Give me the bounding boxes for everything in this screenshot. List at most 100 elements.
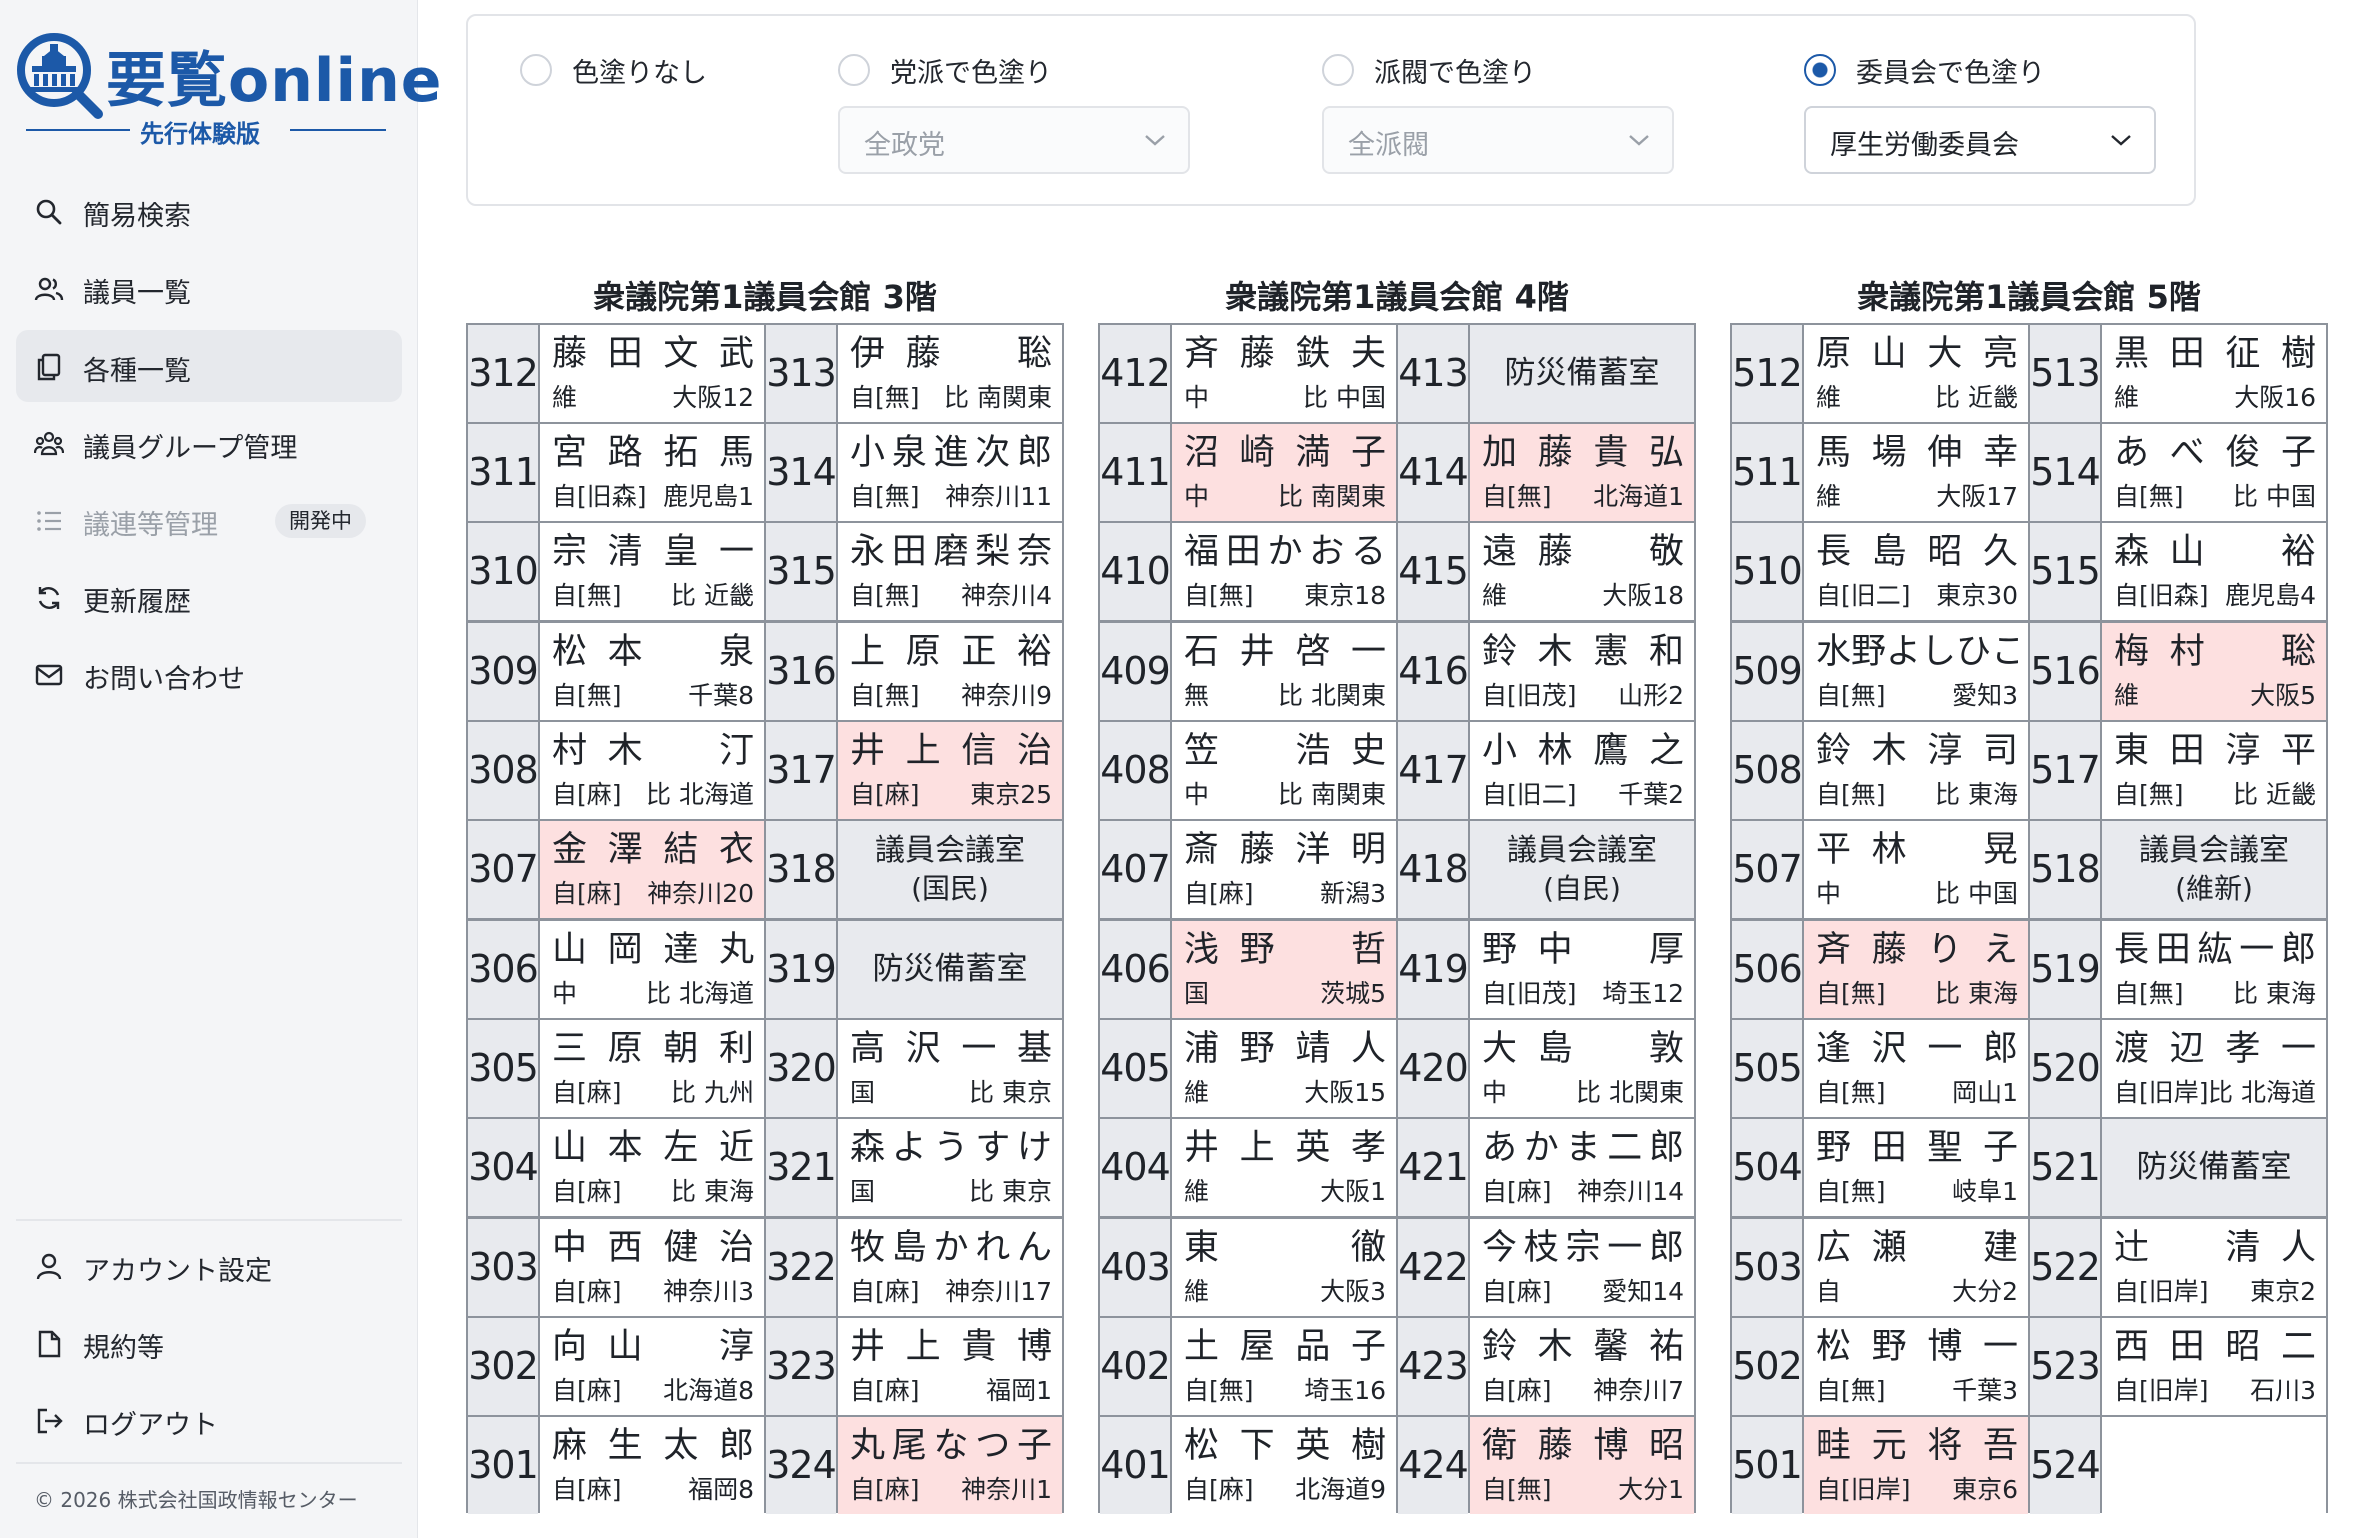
room-cell[interactable]: 513 黒田征樹維 大阪16	[2030, 325, 2326, 422]
sidebar-item-logout[interactable]: ログアウト	[16, 1384, 402, 1456]
room-cell[interactable]: 503 広瀬 建自 大分2	[1732, 1219, 2028, 1316]
room-cell[interactable]: 322 牧島かれん 自[麻] 神奈川17	[766, 1219, 1062, 1316]
room-cell[interactable]: 507 平林 晃中 比 中国	[1732, 821, 2028, 918]
room-cell[interactable]: 412 斉藤鉄夫中 比 中国	[1100, 325, 1396, 422]
app: 要覧online 先行体験版 簡易検索 議員一覧 各種一覧 議員グループ管理 議…	[0, 0, 2370, 1538]
room-cell[interactable]: 524	[2030, 1417, 2326, 1514]
room-cell[interactable]: 314 小泉進次郎 自[無] 神奈川11	[766, 424, 1062, 521]
room-cell[interactable]: 509 水野よしひこ 自[無] 愛知3	[1732, 623, 2028, 720]
room-cell[interactable]: 505 逢沢一郎 自[無] 岡山1	[1732, 1020, 2028, 1117]
room-cell[interactable]: 304 山本左近 自[麻] 比 東海	[468, 1119, 764, 1216]
radio-color-by-faction[interactable]: 派閥で色塗り	[1322, 50, 1536, 90]
sidebar-item-simple-search[interactable]: 簡易検索	[16, 175, 402, 247]
room-cell[interactable]: 414 加藤貴弘 自[無] 北海道1	[1398, 424, 1694, 521]
room-cell[interactable]: 501 畦元将吾 自[旧岸] 東京6	[1732, 1417, 2028, 1514]
member-district: 比 中国	[1303, 383, 1386, 412]
room-cell[interactable]: 420 大島 敦中 比 北関東	[1398, 1020, 1694, 1117]
room-cell[interactable]: 422 今枝宗一郎 自[麻] 愛知14	[1398, 1219, 1694, 1316]
radio-circle[interactable]	[520, 54, 552, 86]
sidebar-item-contact[interactable]: お問い合わせ	[16, 638, 402, 710]
room-cell[interactable]: 515 森山 裕自[旧森] 鹿児島4	[2030, 523, 2326, 620]
member-info: 高沢一基国 比 東京	[838, 1020, 1062, 1117]
room-cell[interactable]: 402 土屋品子 自[無] 埼玉16	[1100, 1318, 1396, 1415]
room-cell[interactable]: 408 笠 浩史中 比 南関東	[1100, 722, 1396, 819]
room-cell[interactable]: 308 村木 汀自[麻] 比 北海道	[468, 722, 764, 819]
room-cell[interactable]: 512 原山大亮維 比 近畿	[1732, 325, 2028, 422]
room-cell[interactable]: 411 沼崎満子中 比 南関東	[1100, 424, 1396, 521]
room-cell[interactable]: 303 中西健治 自[麻] 神奈川3	[468, 1219, 764, 1316]
room-cell[interactable]: 413 防災備蓄室	[1398, 325, 1694, 422]
room-cell[interactable]: 424 衛藤博昭 自[無] 大分1	[1398, 1417, 1694, 1514]
radio-circle-selected[interactable]	[1804, 54, 1836, 86]
member-name: 西田昭二	[2114, 1327, 2316, 1367]
room-cell[interactable]: 320 高沢一基国 比 東京	[766, 1020, 1062, 1117]
room-cell[interactable]: 403 東 徹維 大阪3	[1100, 1219, 1396, 1316]
faction-select[interactable]: 全派閥	[1322, 106, 1674, 174]
room-cell[interactable]: 315 永田磨梨奈 自[無] 神奈川4	[766, 523, 1062, 620]
member-info: 牧島かれん 自[麻] 神奈川17	[838, 1219, 1062, 1316]
room-cell[interactable]: 317 井上信治 自[麻] 東京25	[766, 722, 1062, 819]
room-cell[interactable]: 421 あかま二郎 自[麻] 神奈川14	[1398, 1119, 1694, 1216]
room-cell[interactable]: 309 松本 泉自[無] 千葉8	[468, 623, 764, 720]
room-cell[interactable]: 306 山岡達丸中 比 北海道	[468, 921, 764, 1018]
room-cell[interactable]: 318 議員会議室 (国民)	[766, 821, 1062, 918]
room-cell[interactable]: 511 馬場伸幸維 大阪17	[1732, 424, 2028, 521]
room-cell[interactable]: 523 西田昭二 自[旧岸] 石川3	[2030, 1318, 2326, 1415]
radio-color-by-committee[interactable]: 委員会で色塗り	[1804, 50, 2045, 90]
radio-color-by-party[interactable]: 党派で色塗り	[838, 50, 1052, 90]
room-cell[interactable]: 312 藤田文武維 大阪12	[468, 325, 764, 422]
radio-circle[interactable]	[1322, 54, 1354, 86]
room-cell[interactable]: 510 長島昭久 自[旧二] 東京30	[1732, 523, 2028, 620]
room-cell[interactable]: 514 あべ俊子 自[無] 比 中国	[2030, 424, 2326, 521]
sidebar-item-label: お問い合わせ	[83, 664, 245, 695]
room-cell[interactable]: 316 上原正裕 自[無] 神奈川9	[766, 623, 1062, 720]
sidebar-item-group-management[interactable]: 議員グループ管理	[16, 407, 402, 479]
room-cell[interactable]: 307 金澤結衣 自[麻] 神奈川20	[468, 821, 764, 918]
party-select[interactable]: 全政党	[838, 106, 1190, 174]
room-cell[interactable]: 410 福田かおる 自[無] 東京18	[1100, 523, 1396, 620]
room-cell[interactable]: 520 渡辺孝一 自[旧岸] 比 北海道	[2030, 1020, 2326, 1117]
room-cell[interactable]: 504 野田聖子 自[無] 岐阜1	[1732, 1119, 2028, 1216]
room-cell[interactable]: 305 三原朝利 自[麻] 比 九州	[468, 1020, 764, 1117]
room-cell[interactable]: 516 梅村 聡維 大阪5	[2030, 623, 2326, 720]
room-cell[interactable]: 521 防災備蓄室	[2030, 1119, 2326, 1216]
room-cell[interactable]: 323 井上貴博 自[麻] 福岡1	[766, 1318, 1062, 1415]
room-cell[interactable]: 502 松野博一 自[無] 千葉3	[1732, 1318, 2028, 1415]
room-cell[interactable]: 407 斎藤洋明 自[麻] 新潟3	[1100, 821, 1396, 918]
logo[interactable]: 要覧online 先行体験版	[14, 30, 441, 148]
sidebar-item-member-list[interactable]: 議員一覧	[16, 252, 402, 324]
room-cell[interactable]: 519 長田紘一郎 自[無] 比 東海	[2030, 921, 2326, 1018]
room-cell[interactable]: 417 小林鷹之 自[旧二] 千葉2	[1398, 722, 1694, 819]
sidebar-item-terms[interactable]: 規約等	[16, 1307, 402, 1379]
room-cell[interactable]: 313 伊藤 聡自[無] 比 南関東	[766, 325, 1062, 422]
faction-select-value: 全派閥	[1348, 130, 1429, 161]
room-cell[interactable]: 321 森ようすけ国 比 東京	[766, 1119, 1062, 1216]
room-cell[interactable]: 508 鈴木淳司 自[無] 比 東海	[1732, 722, 2028, 819]
radio-circle[interactable]	[838, 54, 870, 86]
radio-no-color[interactable]: 色塗りなし	[520, 50, 707, 90]
room-cell[interactable]: 405 浦野靖人維 大阪15	[1100, 1020, 1396, 1117]
sidebar-item-various-lists[interactable]: 各種一覧	[16, 330, 402, 402]
sidebar-item-account-settings[interactable]: アカウント設定	[16, 1230, 402, 1302]
sidebar-item-update-history[interactable]: 更新履歴	[16, 561, 402, 633]
room-cell[interactable]: 419 野中 厚自[旧茂] 埼玉12	[1398, 921, 1694, 1018]
room-cell[interactable]: 301 麻生太郎 自[麻] 福岡8	[468, 1417, 764, 1514]
room-cell[interactable]: 416 鈴木憲和 自[旧茂] 山形2	[1398, 623, 1694, 720]
room-cell[interactable]: 415 遠藤 敬維 大阪18	[1398, 523, 1694, 620]
room-cell[interactable]: 522 辻 清人 自[旧岸] 東京2	[2030, 1219, 2326, 1316]
room-cell[interactable]: 506 斉藤りえ 自[無] 比 東海	[1732, 921, 2028, 1018]
room-cell[interactable]: 324 丸尾なつ子 自[麻] 神奈川1	[766, 1417, 1062, 1514]
room-cell[interactable]: 401 松下英樹 自[麻] 北海道9	[1100, 1417, 1396, 1514]
room-cell[interactable]: 409 石井啓一無 比 北関東	[1100, 623, 1396, 720]
room-cell[interactable]: 517 東田淳平 自[無] 比 近畿	[2030, 722, 2326, 819]
room-cell[interactable]: 311 宮路拓馬 自[旧森] 鹿児島1	[468, 424, 764, 521]
room-cell[interactable]: 406 浅野 哲国 茨城5	[1100, 921, 1396, 1018]
room-cell[interactable]: 302 向山 淳自[麻] 北海道8	[468, 1318, 764, 1415]
room-cell[interactable]: 404 井上英孝維 大阪1	[1100, 1119, 1396, 1216]
room-cell[interactable]: 319 防災備蓄室	[766, 921, 1062, 1018]
room-cell[interactable]: 518 議員会議室 (維新)	[2030, 821, 2326, 918]
room-cell[interactable]: 418 議員会議室 (自民)	[1398, 821, 1694, 918]
room-cell[interactable]: 423 鈴木馨祐 自[麻] 神奈川7	[1398, 1318, 1694, 1415]
room-cell[interactable]: 310 宗清皇一 自[無] 比 近畿	[468, 523, 764, 620]
committee-select[interactable]: 厚生労働委員会	[1804, 106, 2156, 174]
